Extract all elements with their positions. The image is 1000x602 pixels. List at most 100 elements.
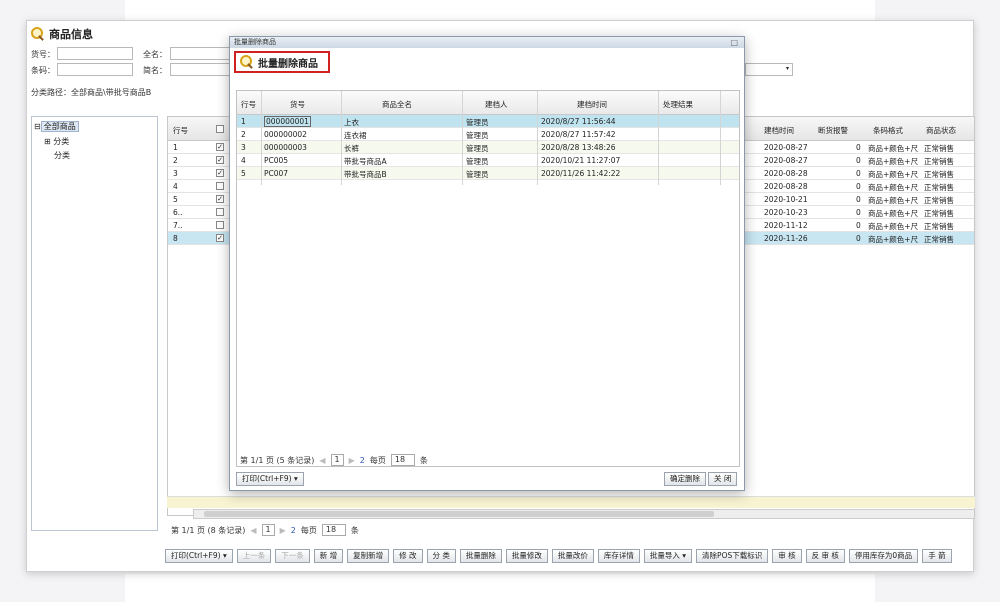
row-alarm: 0 xyxy=(856,234,861,243)
row-checkbox[interactable]: ✓ xyxy=(216,143,224,151)
tree-item-category-2[interactable]: 分类 xyxy=(54,150,70,161)
current-page[interactable]: 1 xyxy=(330,454,344,466)
row-checkbox[interactable]: ✓ xyxy=(216,169,224,177)
toolbar: 打印(Ctrl+F9) ▾ 上一条 下一条 新 增 复制新增 修 改 分 类 批… xyxy=(165,549,952,563)
tree-root[interactable]: ⊟ 全部商品 xyxy=(34,121,79,132)
chevron-down-icon: ▾ xyxy=(785,65,789,72)
row-checkbox[interactable]: ✓ xyxy=(216,156,224,164)
clear-pos-button[interactable]: 清除POS下载标识 xyxy=(696,549,769,563)
row-creator: 管理员 xyxy=(466,144,489,153)
stock-detail-button[interactable]: 库存详情 xyxy=(597,549,640,563)
approve-button[interactable]: 审 核 xyxy=(772,549,802,563)
column-divider xyxy=(261,91,262,185)
row-number: 3 xyxy=(173,169,178,178)
row-time: 2020/8/27 11:56:44 xyxy=(541,117,616,126)
quanming-input[interactable] xyxy=(170,47,230,60)
row-date: 2020-10-23 xyxy=(764,208,808,217)
batch-delete-button[interactable]: 批量删除 xyxy=(459,549,502,563)
search-icon xyxy=(31,27,45,41)
row-barcode-format: 商品+颜色+尺 xyxy=(868,235,919,244)
row-date: 2020-08-28 xyxy=(764,182,808,191)
header-time: 建档时间 xyxy=(577,100,607,109)
row-checkbox[interactable] xyxy=(216,182,224,190)
manual-button[interactable]: 手 箭 xyxy=(922,549,952,563)
row-alarm: 0 xyxy=(856,143,861,152)
per-page-input[interactable]: 18 xyxy=(321,524,346,536)
dialog-table-header: 行号 货号 商品全名 建档人 建档时间 处理结果 xyxy=(237,91,739,115)
close-icon[interactable]: □ xyxy=(730,37,738,48)
row-time: 2020/8/27 11:57:42 xyxy=(541,130,616,139)
next-record-button[interactable]: 下一条 xyxy=(275,549,310,563)
per-page-label: 每页 xyxy=(300,525,317,535)
unapprove-button[interactable]: 反 审 核 xyxy=(805,549,845,563)
column-divider xyxy=(341,91,342,185)
pager-info: 第 1/1 页 (5 条记录) xyxy=(240,455,315,465)
print-button[interactable]: 打印(Ctrl+F9) ▾ xyxy=(236,472,304,486)
confirm-delete-button[interactable]: 确定删除 xyxy=(664,472,706,486)
first-page-icon[interactable]: ◀ xyxy=(319,456,325,465)
row-checkbox[interactable] xyxy=(216,221,224,229)
next-page-icon[interactable]: ▶ xyxy=(349,456,355,465)
batch-price-button[interactable]: 批量改价 xyxy=(551,549,594,563)
row-barcode-format: 商品+颜色+尺 xyxy=(868,183,919,192)
main-pager: 第 1/1 页 (8 条记录) ◀ 1 ▶ 2 每页 18 条 xyxy=(171,524,359,536)
dialog-table-row[interactable]: 2 000000002 连衣裙 管理员 2020/8/27 11:57:42 xyxy=(237,128,739,141)
next-page-icon[interactable]: ▶ xyxy=(280,526,286,535)
status-select[interactable]: ▾ xyxy=(745,63,793,76)
quanming-label: 全名： xyxy=(143,50,167,59)
summary-row xyxy=(167,496,975,508)
row-code: 000000002 xyxy=(264,130,307,139)
disable-zero-stock-button[interactable]: 停用库存为0商品 xyxy=(848,549,919,563)
row-checkbox[interactable] xyxy=(216,208,224,216)
row-name: 连衣裙 xyxy=(344,131,367,140)
row-number: 2 xyxy=(241,130,246,139)
current-page[interactable]: 1 xyxy=(261,524,275,536)
row-barcode-format: 商品+颜色+尺 xyxy=(868,170,919,179)
first-page-icon[interactable]: ◀ xyxy=(250,526,256,535)
row-checkbox[interactable]: ✓ xyxy=(216,234,224,242)
scrollbar-thumb[interactable] xyxy=(204,511,714,517)
edit-button[interactable]: 修 改 xyxy=(393,549,423,563)
header-row-number: 行号 xyxy=(173,126,188,135)
category-button[interactable]: 分 类 xyxy=(426,549,456,563)
row-checkbox[interactable]: ✓ xyxy=(216,195,224,203)
per-page-label: 每页 xyxy=(369,455,386,465)
jianming-input[interactable] xyxy=(170,63,230,76)
row-number: 4 xyxy=(241,156,246,165)
row-creator: 管理员 xyxy=(466,118,489,127)
row-status: 正常销售 xyxy=(924,183,954,192)
background-bottom xyxy=(125,574,875,602)
close-button[interactable]: 关 闭 xyxy=(708,472,738,486)
row-code: PC005 xyxy=(264,156,289,165)
dialog-table-row[interactable]: 1 000000001 上衣 管理员 2020/8/27 11:56:44 xyxy=(237,115,739,128)
total-pages[interactable]: 2 xyxy=(360,456,365,465)
tree-item-category[interactable]: ⊞ 分类 xyxy=(44,136,69,147)
add-button[interactable]: 新 增 xyxy=(313,549,344,563)
row-alarm: 0 xyxy=(856,169,861,178)
row-barcode-format: 商品+颜色+尺 xyxy=(868,222,919,231)
per-page-input[interactable]: 18 xyxy=(390,454,415,466)
column-divider xyxy=(658,91,659,185)
row-time: 2020/8/28 13:48:26 xyxy=(541,143,616,152)
prev-record-button[interactable]: 上一条 xyxy=(236,549,272,563)
total-pages[interactable]: 2 xyxy=(291,526,296,535)
row-barcode-format: 商品+颜色+尺 xyxy=(868,196,919,205)
dialog-table-row[interactable]: 4 PC005 带批号商品A 管理员 2020/10/21 11:27:07 xyxy=(237,154,739,167)
copy-add-button[interactable]: 复制新增 xyxy=(347,549,390,563)
print-button[interactable]: 打印(Ctrl+F9) ▾ xyxy=(165,549,233,563)
batch-edit-button[interactable]: 批量修改 xyxy=(505,549,548,563)
tiaoma-input[interactable] xyxy=(57,63,133,76)
row-number: 8 xyxy=(173,234,178,243)
per-page-unit: 条 xyxy=(350,525,359,535)
dialog-table-row[interactable]: 5 PC007 带批号商品B 管理员 2020/11/26 11:42:22 xyxy=(237,167,739,180)
row-status: 正常销售 xyxy=(924,235,954,244)
row-number: 3 xyxy=(241,143,246,152)
huohao-label: 货号： xyxy=(31,50,55,59)
dialog-table-row[interactable]: 3 000000003 长裤 管理员 2020/8/28 13:48:26 xyxy=(237,141,739,154)
huohao-input[interactable] xyxy=(57,47,133,60)
horizontal-scrollbar[interactable] xyxy=(193,509,975,519)
row-barcode-format: 商品+颜色+尺 xyxy=(868,144,919,153)
batch-import-button[interactable]: 批量导入 ▾ xyxy=(643,549,693,563)
row-number: 5 xyxy=(241,169,246,178)
select-all-checkbox[interactable] xyxy=(216,125,224,133)
